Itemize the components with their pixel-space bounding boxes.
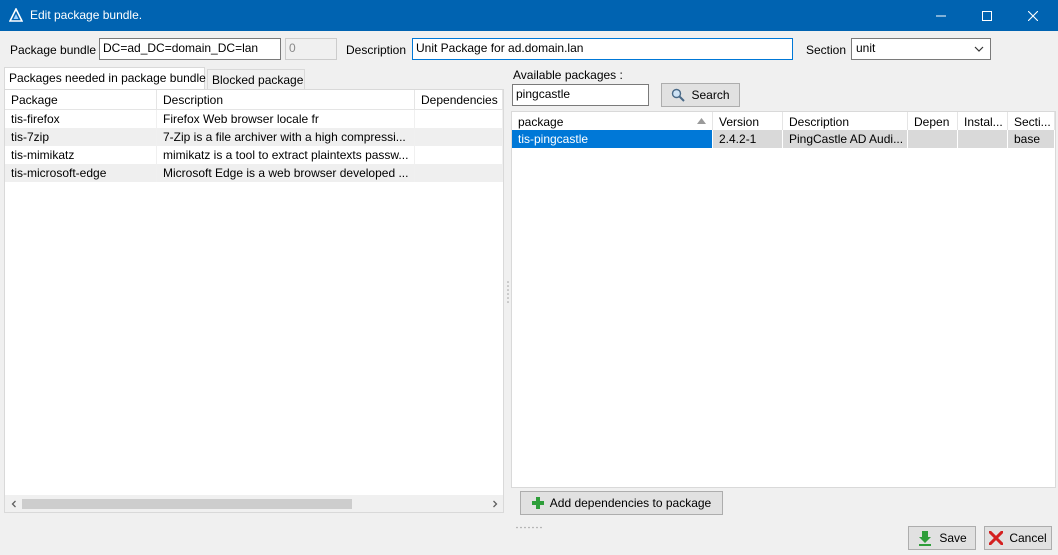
cancel-x-icon xyxy=(989,531,1004,545)
search-input[interactable]: pingcastle xyxy=(512,84,649,106)
bundle-version-field[interactable]: 0 xyxy=(285,38,337,60)
grid-header: Package Description Dependencies xyxy=(5,90,503,110)
chevron-right-icon xyxy=(492,500,497,507)
save-button[interactable]: Save xyxy=(908,526,976,550)
tab-packages-needed[interactable]: Packages needed in package bundle xyxy=(4,67,206,89)
maximize-icon xyxy=(982,10,992,21)
chevron-down-icon xyxy=(974,46,984,52)
table-row[interactable]: tis-7zip 7-Zip is a file archiver with a… xyxy=(5,128,503,146)
description-label: Description xyxy=(346,43,407,57)
cell-package: tis-mimikatz xyxy=(5,146,157,164)
plus-icon xyxy=(531,497,544,509)
table-row[interactable]: tis-firefox Firefox Web browser locale f… xyxy=(5,110,503,128)
cell-dependencies xyxy=(415,128,503,146)
column-header-dependencies[interactable]: Dependencies xyxy=(415,90,503,110)
close-icon xyxy=(1028,10,1038,21)
description-field[interactable]: Unit Package for ad.domain.lan xyxy=(412,38,793,60)
grip-dots-icon xyxy=(516,526,542,529)
search-icon xyxy=(672,88,686,102)
tab-blocked-package[interactable]: Blocked package xyxy=(207,69,305,89)
save-label: Save xyxy=(939,531,967,545)
cell-package: tis-pingcastle xyxy=(512,130,713,148)
cell-installed xyxy=(958,130,1008,148)
available-packages-grid[interactable]: package Version Description Depen Instal… xyxy=(511,111,1056,488)
column-header-package[interactable]: Package xyxy=(5,90,157,110)
vertical-splitter[interactable] xyxy=(506,280,510,306)
section-select[interactable]: unit xyxy=(851,38,991,60)
scrollbar-thumb[interactable] xyxy=(22,499,352,509)
package-bundle-label: Package bundle xyxy=(10,43,97,57)
sort-ascending-icon xyxy=(697,118,706,124)
column-header-version[interactable]: Version xyxy=(713,112,783,132)
search-button[interactable]: Search xyxy=(661,83,740,107)
add-dependencies-label: Add dependencies to package xyxy=(549,496,712,510)
column-header-section[interactable]: Secti... xyxy=(1008,112,1055,132)
close-window-button[interactable] xyxy=(1010,0,1056,31)
resize-grip[interactable] xyxy=(515,518,545,529)
cancel-label: Cancel xyxy=(1009,531,1047,545)
chevron-left-icon xyxy=(11,500,16,507)
cell-description: PingCastle AD Audi... xyxy=(783,130,908,148)
search-button-label: Search xyxy=(691,88,730,102)
table-row[interactable]: tis-pingcastle 2.4.2-1 PingCastle AD Aud… xyxy=(512,130,1055,148)
scroll-left-arrow[interactable] xyxy=(5,495,22,512)
column-header-package-label: package xyxy=(518,115,564,129)
cell-package: tis-7zip xyxy=(5,128,157,146)
title-bar[interactable]: Edit package bundle. xyxy=(0,0,1058,31)
column-header-installed[interactable]: Instal... xyxy=(958,112,1008,132)
maximize-button[interactable] xyxy=(964,0,1010,31)
cancel-button[interactable]: Cancel xyxy=(984,526,1052,550)
column-header-description[interactable]: Description xyxy=(783,112,908,132)
cell-description: 7-Zip is a file archiver with a high com… xyxy=(157,128,415,146)
available-packages-label: Available packages : xyxy=(513,68,623,82)
minimize-button[interactable] xyxy=(918,0,964,31)
cell-dependencies xyxy=(415,164,503,182)
cell-package: tis-microsoft-edge xyxy=(5,164,157,182)
section-label: Section xyxy=(806,43,847,57)
window-title: Edit package bundle. xyxy=(30,8,143,22)
cell-dependencies xyxy=(415,146,503,164)
table-row[interactable]: tis-microsoft-edge Microsoft Edge is a w… xyxy=(5,164,503,182)
cell-depends xyxy=(908,130,958,148)
splitter-grip-icon xyxy=(507,281,509,303)
column-header-depends[interactable]: Depen xyxy=(908,112,958,132)
section-select-value: unit xyxy=(856,41,876,55)
scroll-right-arrow[interactable] xyxy=(486,495,503,512)
app-triangle-icon xyxy=(9,8,23,22)
package-bundle-field[interactable]: DC=ad_DC=domain_DC=lan xyxy=(99,38,281,60)
column-header-description[interactable]: Description xyxy=(157,90,415,110)
minimize-icon xyxy=(936,15,946,16)
add-dependencies-button[interactable]: Add dependencies to package xyxy=(520,491,723,515)
cell-section: base xyxy=(1008,130,1055,148)
column-header-package[interactable]: package xyxy=(512,112,713,132)
cell-dependencies xyxy=(415,110,503,128)
save-arrow-icon xyxy=(919,531,932,546)
cell-version: 2.4.2-1 xyxy=(713,130,783,148)
horizontal-scrollbar[interactable] xyxy=(5,495,503,512)
cell-description: Firefox Web browser locale fr xyxy=(157,110,415,128)
cell-description: mimikatz is a tool to extract plaintexts… xyxy=(157,146,415,164)
table-row[interactable]: tis-mimikatz mimikatz is a tool to extra… xyxy=(5,146,503,164)
bundle-packages-grid[interactable]: Package Description Dependencies tis-fir… xyxy=(4,89,504,513)
grid-header: package Version Description Depen Instal… xyxy=(512,112,1055,132)
cell-package: tis-firefox xyxy=(5,110,157,128)
cell-description: Microsoft Edge is a web browser develope… xyxy=(157,164,415,182)
